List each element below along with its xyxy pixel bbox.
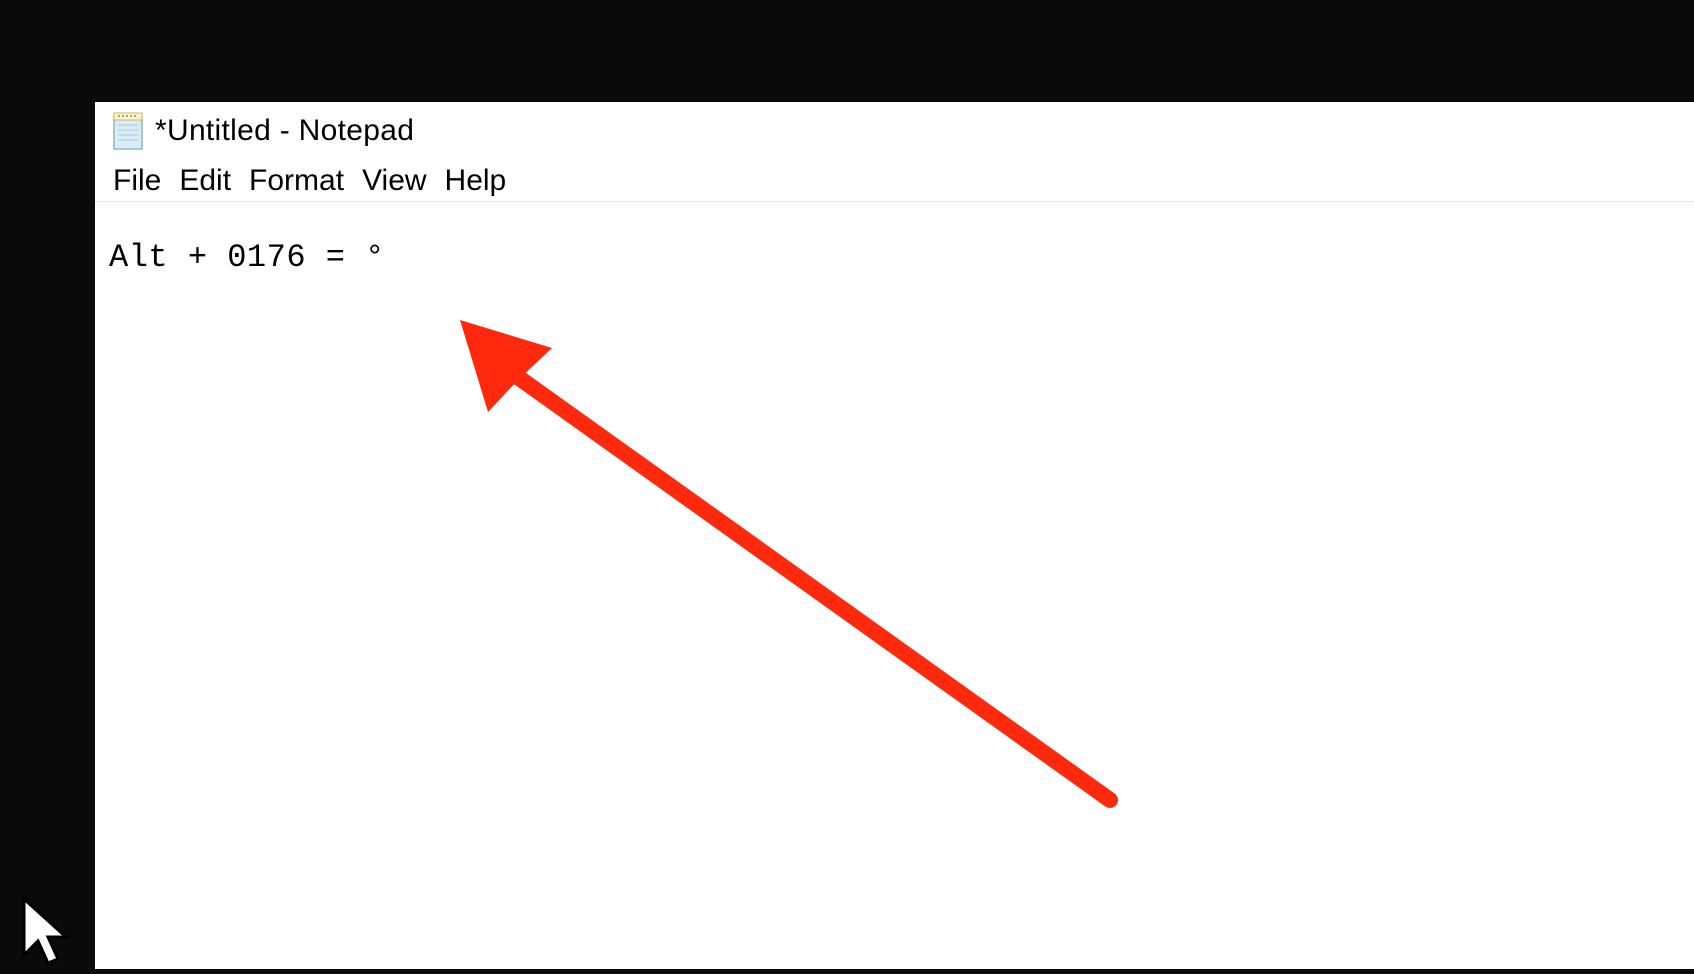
text-editor[interactable]: Alt + 0176 = ° — [95, 202, 1694, 969]
menu-view[interactable]: View — [354, 162, 434, 200]
menu-file[interactable]: File — [105, 162, 169, 200]
title-bar[interactable]: *Untitled - Notepad — [95, 102, 1694, 160]
window-title: *Untitled - Notepad — [155, 114, 414, 148]
menu-bar: File Edit Format View Help — [95, 160, 1694, 202]
notepad-window: *Untitled - Notepad File Edit Format Vie… — [95, 102, 1694, 969]
menu-edit[interactable]: Edit — [171, 162, 239, 200]
menu-format[interactable]: Format — [241, 162, 352, 200]
notepad-icon — [111, 111, 145, 151]
cursor-icon — [20, 895, 70, 974]
menu-help[interactable]: Help — [437, 162, 515, 200]
